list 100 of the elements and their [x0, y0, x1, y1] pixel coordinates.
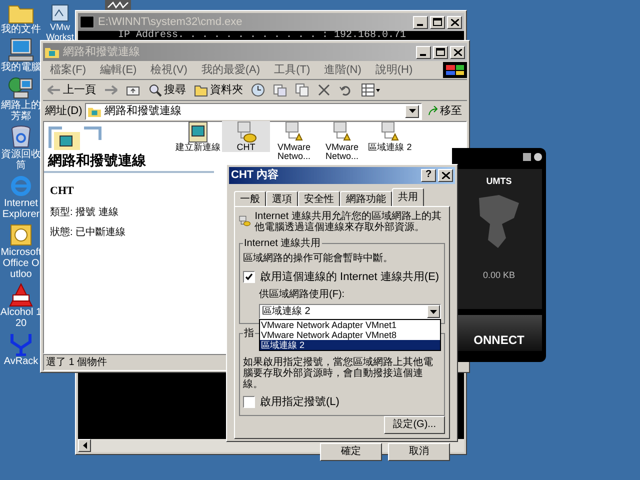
connection-item[interactable]: CHT [222, 121, 270, 152]
browser-icon [9, 174, 33, 198]
views-icon [361, 83, 381, 97]
window-title: E:\WINNT\system32\cmd.exe [98, 14, 242, 30]
move-to-icon [273, 83, 287, 97]
connection-item[interactable]: 建立新連線 [174, 121, 222, 152]
menu-item[interactable]: 檢視(V) [144, 62, 194, 78]
tab[interactable]: 一般 [234, 190, 266, 206]
checkbox[interactable] [243, 270, 255, 283]
windows-logo-icon [443, 62, 467, 78]
connection-item[interactable]: VMware Netwo... [318, 121, 366, 161]
connection-item[interactable]: 區域連線 2 [366, 121, 414, 152]
minimize-button[interactable] [416, 46, 431, 58]
toolbar-button[interactable]: 上一頁 [45, 82, 98, 98]
tab[interactable]: 選項 [266, 190, 298, 206]
menu-item[interactable]: 工具(T) [267, 62, 318, 78]
desktop-icon-label[interactable]: Internet Explorer [0, 198, 42, 220]
delete-icon [317, 83, 331, 97]
menu-item[interactable]: 檔案(F) [43, 62, 94, 78]
toolbar-button[interactable]: 資料夾 [192, 82, 245, 98]
window-title: 網路和撥號連線 [63, 44, 140, 60]
checkmark-icon [245, 272, 253, 281]
desktop-icon-label[interactable]: 我的文件 [1, 24, 41, 35]
connection-detail: 類型: 撥號 連線 [49, 206, 120, 220]
help-button[interactable]: ? [421, 168, 436, 182]
scroll-left-button[interactable] [78, 439, 91, 452]
go-button[interactable]: 移至 [425, 102, 465, 120]
dropdown-button[interactable] [405, 104, 419, 118]
console-icon [80, 16, 94, 28]
address-field[interactable]: 網路和撥號連線 [85, 102, 422, 120]
close-button[interactable] [450, 46, 465, 58]
toolbar-button[interactable] [249, 83, 267, 97]
copy-to-icon [295, 83, 309, 97]
traffic-counter: 0.00 KB [482, 268, 516, 282]
antenna-icon [8, 332, 34, 356]
dropdown-option[interactable]: VMware Network Adapter VMnet1 [260, 320, 440, 330]
network-type: UMTS [486, 175, 512, 188]
tab[interactable]: 網路功能 [340, 190, 392, 206]
caret-icon [430, 310, 437, 314]
dialup-connection-icon [235, 121, 257, 143]
dropdown-option[interactable]: VMware Network Adapter VMnet8 [260, 330, 440, 340]
dropdown-button[interactable] [427, 305, 440, 318]
dropdown-label: 供區域網路使用(F): [258, 288, 346, 302]
group-title: 指 [243, 326, 255, 341]
toolbar-button[interactable] [359, 83, 383, 97]
network-folder-icon [45, 46, 59, 58]
close-button[interactable] [438, 168, 453, 182]
checkbox-label: 啟用指定撥號(L) [260, 394, 340, 410]
network-dropdown[interactable]: 區域連線 2 [259, 304, 441, 319]
checkbox-label: 啟用這個連線的 Internet 連線共用(E) [260, 270, 440, 284]
new-connection-icon [187, 121, 209, 143]
maximize-button[interactable] [430, 16, 445, 28]
desktop-icon-label[interactable]: 資源回收筒 [0, 149, 42, 171]
dropdown-option[interactable]: 區域連線 2 [260, 340, 440, 350]
dial-text: 如果啟用指定撥號，當您區域網路上其他電腦要存取外部資源時，會自動撥接這個連線。 [243, 357, 434, 390]
maximize-icon [433, 18, 442, 26]
window-title: CHT 內容 [231, 168, 279, 183]
menu-item[interactable]: 說明(H) [368, 62, 420, 78]
connection-name: CHT [49, 184, 75, 199]
settings-button[interactable]: 設定(G)... [384, 416, 445, 434]
menu-item[interactable]: 編輯(E) [93, 62, 144, 78]
pane-heading: 網路和撥號連線 [44, 150, 214, 173]
notice-text: 區域網路的操作可能會暫時中斷。 [243, 252, 394, 266]
close-button[interactable] [534, 153, 542, 161]
toolbar-button[interactable]: 搜尋 [146, 82, 188, 98]
tab[interactable]: 安全性 [298, 190, 340, 206]
maximize-button[interactable] [433, 46, 448, 58]
network-computers-icon [8, 76, 34, 100]
computer-icon [8, 38, 34, 62]
network-folder-icon [88, 106, 102, 116]
console-line: IP Address. . . . . . . . . . . . : 192.168.0.71 [118, 31, 408, 41]
desktop-icon-label[interactable]: Microsoft Office Outloo [0, 247, 42, 280]
group-title: Internet 連線共用 [243, 236, 322, 250]
search-icon [148, 83, 162, 97]
close-icon [442, 172, 450, 179]
connection-detail: 狀態: 已中斷連線 [49, 226, 127, 240]
menu-item[interactable]: 進階(N) [317, 62, 368, 78]
address-label: 網址(D) [45, 104, 82, 119]
close-button[interactable] [447, 16, 462, 28]
menu-item[interactable]: 我的最愛(A) [194, 62, 268, 78]
trash-bin-icon [10, 125, 32, 149]
minimize-button[interactable] [413, 16, 428, 28]
connection-item[interactable]: VMware Netwo... [270, 121, 318, 161]
go-arrow-icon [428, 106, 438, 116]
undo-icon [339, 83, 353, 97]
forward-arrow-icon [104, 83, 118, 97]
desktop-icon-label[interactable]: VMw Workst [46, 22, 74, 42]
maximize-icon [436, 48, 445, 56]
dialog-button[interactable]: 確定 [320, 442, 382, 460]
connect-button[interactable]: ONNECT [456, 315, 542, 351]
dialog-button[interactable]: 取消 [388, 442, 450, 460]
tab[interactable]: 共用 [392, 188, 424, 206]
desktop-icon-label[interactable]: AvRack [4, 356, 38, 367]
close-icon [450, 18, 458, 26]
left-triangle-icon [82, 442, 86, 449]
caret-icon [408, 109, 416, 113]
folders-icon [194, 83, 208, 97]
back-arrow-icon [47, 83, 61, 97]
desktop-icon-label[interactable]: 網路上的芳鄰 [0, 100, 42, 122]
checkbox[interactable] [243, 396, 255, 408]
